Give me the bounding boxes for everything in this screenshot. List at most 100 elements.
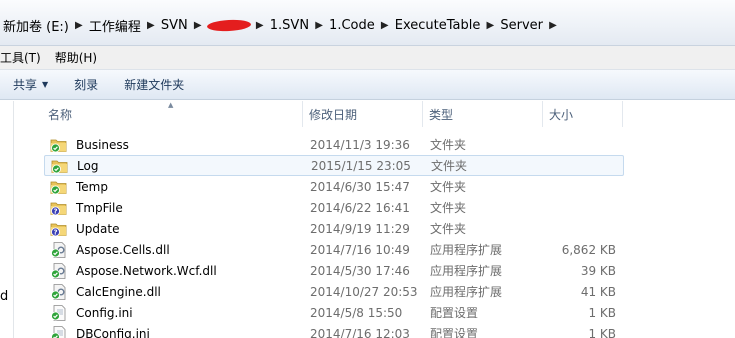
file-date: 2014/9/19 11:29 bbox=[310, 221, 410, 236]
file-date: 2014/6/30 15:47 bbox=[310, 179, 410, 194]
file-row[interactable]: ? TmpFile 2014/6/22 16:41 文件夹 bbox=[44, 197, 624, 218]
file-type: 应用程序扩展 bbox=[430, 264, 503, 278]
file-row[interactable]: Config.ini 2014/5/8 15:50 配置设置 1 KB bbox=[44, 302, 624, 323]
breadcrumb-folder[interactable]: 1.Code bbox=[326, 15, 378, 35]
file-row[interactable]: ? Update 2014/9/19 11:29 文件夹 bbox=[44, 218, 624, 239]
column-header-date[interactable]: 修改日期 bbox=[303, 101, 423, 127]
file-row[interactable]: Aspose.Network.Wcf.dll 2014/5/30 17:46 应用程… bbox=[44, 260, 624, 281]
file-row[interactable]: CalcEngine.dll 2014/10/27 20:53 应用程序扩展 41 K… bbox=[44, 281, 624, 302]
burn-button[interactable]: 刻录 bbox=[61, 73, 111, 97]
breadcrumb-folder[interactable]: ExecuteTable bbox=[392, 15, 484, 35]
column-header-size-label: 大小 bbox=[549, 107, 574, 122]
file-row[interactable]: Business 2014/11/3 19:36 文件夹 bbox=[44, 134, 624, 155]
breadcrumb-chevron-icon[interactable]: ▶ bbox=[546, 20, 560, 31]
column-header-name[interactable]: ▲ 名称 bbox=[42, 101, 303, 127]
breadcrumb-drive[interactable]: 新加卷 (E:) bbox=[0, 15, 72, 35]
share-button[interactable]: 共享 ▼ bbox=[0, 73, 61, 97]
file-date: 2014/6/22 16:41 bbox=[310, 200, 410, 215]
dll-svn-ok-icon bbox=[50, 241, 68, 258]
breadcrumb-folder[interactable]: 1.SVN bbox=[267, 15, 312, 35]
file-row[interactable]: Log 2015/1/15 23:05 文件夹 bbox=[44, 155, 624, 176]
file-name: TmpFile bbox=[76, 200, 123, 215]
new-folder-label: 新建文件夹 bbox=[124, 78, 185, 92]
file-name-cell: Log bbox=[45, 158, 311, 174]
dropdown-caret-icon: ▼ bbox=[42, 80, 49, 89]
nav-partial-label[interactable]: d bbox=[0, 289, 8, 304]
folder-svn-ok-icon bbox=[51, 158, 69, 174]
file-name: Business bbox=[76, 137, 129, 152]
breadcrumb-chevron-icon[interactable]: ▶ bbox=[253, 20, 267, 31]
file-name: CalcEngine.dll bbox=[76, 284, 161, 299]
dll-svn-ok-icon bbox=[50, 262, 68, 279]
new-folder-button[interactable]: 新建文件夹 bbox=[111, 73, 197, 97]
file-date: 2014/5/30 17:46 bbox=[310, 263, 410, 278]
column-header-type[interactable]: 类型 bbox=[423, 101, 543, 127]
svg-text:?: ? bbox=[53, 228, 57, 236]
breadcrumb: 新加卷 (E:) ▶ 工作编程 ▶ SVN ▶ ▶ 1.SVN ▶ 1.Code… bbox=[0, 15, 560, 35]
address-bar: 新加卷 (E:) ▶ 工作编程 ▶ SVN ▶ ▶ 1.SVN ▶ 1.Code… bbox=[0, 0, 735, 46]
menu-help[interactable]: 帮助(H) bbox=[55, 49, 105, 66]
file-type: 配置设置 bbox=[430, 306, 479, 320]
file-type: 文件夹 bbox=[430, 180, 467, 194]
breadcrumb-chevron-icon[interactable]: ▶ bbox=[483, 20, 497, 31]
navigation-pane[interactable]: d bbox=[0, 101, 14, 338]
file-date: 2014/5/8 15:50 bbox=[310, 305, 403, 320]
redaction-mark bbox=[206, 18, 252, 32]
file-name-cell: ? Update bbox=[44, 221, 310, 237]
column-header-type-label: 类型 bbox=[429, 107, 454, 122]
menu-bar: 工具(T) 帮助(H) bbox=[0, 46, 735, 70]
burn-label: 刻录 bbox=[74, 78, 99, 92]
file-name-cell: ? TmpFile bbox=[44, 200, 310, 216]
breadcrumb-folder[interactable]: Server bbox=[497, 15, 546, 35]
breadcrumb-chevron-icon[interactable]: ▶ bbox=[312, 20, 326, 31]
file-type: 应用程序扩展 bbox=[430, 285, 503, 299]
file-name-cell: Aspose.Network.Wcf.dll bbox=[44, 262, 310, 279]
file-type: 配置设置 bbox=[430, 327, 479, 338]
file-type: 文件夹 bbox=[430, 201, 467, 215]
file-date: 2014/7/16 12:03 bbox=[310, 326, 410, 338]
file-size: 6,862 KB bbox=[561, 242, 616, 257]
breadcrumb-chevron-icon[interactable]: ▶ bbox=[144, 20, 158, 31]
file-date: 2014/10/27 20:53 bbox=[310, 284, 418, 299]
file-size: 1 KB bbox=[588, 305, 616, 320]
file-type: 文件夹 bbox=[430, 138, 467, 152]
ini-svn-ok-icon bbox=[50, 304, 68, 321]
column-header-size[interactable]: 大小 bbox=[543, 101, 623, 127]
file-type: 文件夹 bbox=[430, 222, 467, 236]
sort-ascending-icon: ▲ bbox=[168, 101, 174, 109]
file-row[interactable]: Aspose.Cells.dll 2014/7/16 10:49 应用程序扩展 6,8… bbox=[44, 239, 624, 260]
breadcrumb-folder[interactable]: SVN bbox=[158, 15, 191, 35]
column-header-name-label: 名称 bbox=[48, 107, 73, 122]
file-name-cell: Config.ini bbox=[44, 304, 310, 321]
file-name: Update bbox=[76, 221, 120, 236]
file-size: 1 KB bbox=[588, 326, 616, 338]
file-date: 2015/1/15 23:05 bbox=[311, 158, 411, 173]
command-toolbar: 共享 ▼ 刻录 新建文件夹 bbox=[0, 70, 735, 100]
folder-svn-unversioned-icon: ? bbox=[50, 200, 68, 216]
file-date: 2014/11/3 19:36 bbox=[310, 137, 410, 152]
file-list: Business 2014/11/3 19:36 文件夹 Log 2015/1/15 2… bbox=[44, 134, 624, 338]
file-name: Aspose.Cells.dll bbox=[76, 242, 170, 257]
menu-tools[interactable]: 工具(T) bbox=[0, 49, 49, 66]
file-type: 文件夹 bbox=[431, 159, 468, 173]
file-size: 39 KB bbox=[580, 263, 616, 278]
file-name: DBConfig.ini bbox=[76, 326, 150, 338]
svg-text:?: ? bbox=[53, 207, 57, 215]
column-header-date-label: 修改日期 bbox=[309, 107, 358, 122]
file-size: 41 KB bbox=[580, 284, 616, 299]
ini-svn-ok-icon bbox=[50, 325, 68, 338]
file-name-cell: Aspose.Cells.dll bbox=[44, 241, 310, 258]
folder-svn-unversioned-icon: ? bbox=[50, 221, 68, 237]
file-name: Aspose.Network.Wcf.dll bbox=[76, 263, 217, 278]
file-name: Log bbox=[77, 158, 99, 173]
file-row[interactable]: DBConfig.ini 2014/7/16 12:03 配置设置 1 KB bbox=[44, 323, 624, 338]
breadcrumb-chevron-icon[interactable]: ▶ bbox=[191, 20, 205, 31]
breadcrumb-chevron-icon[interactable]: ▶ bbox=[378, 20, 392, 31]
file-name-cell: DBConfig.ini bbox=[44, 325, 310, 338]
file-row[interactable]: Temp 2014/6/30 15:47 文件夹 bbox=[44, 176, 624, 197]
folder-svn-ok-icon bbox=[50, 179, 68, 195]
breadcrumb-folder[interactable]: 工作编程 bbox=[86, 15, 144, 35]
breadcrumb-chevron-icon[interactable]: ▶ bbox=[72, 20, 86, 31]
file-name-cell: CalcEngine.dll bbox=[44, 283, 310, 300]
file-type: 应用程序扩展 bbox=[430, 243, 503, 257]
